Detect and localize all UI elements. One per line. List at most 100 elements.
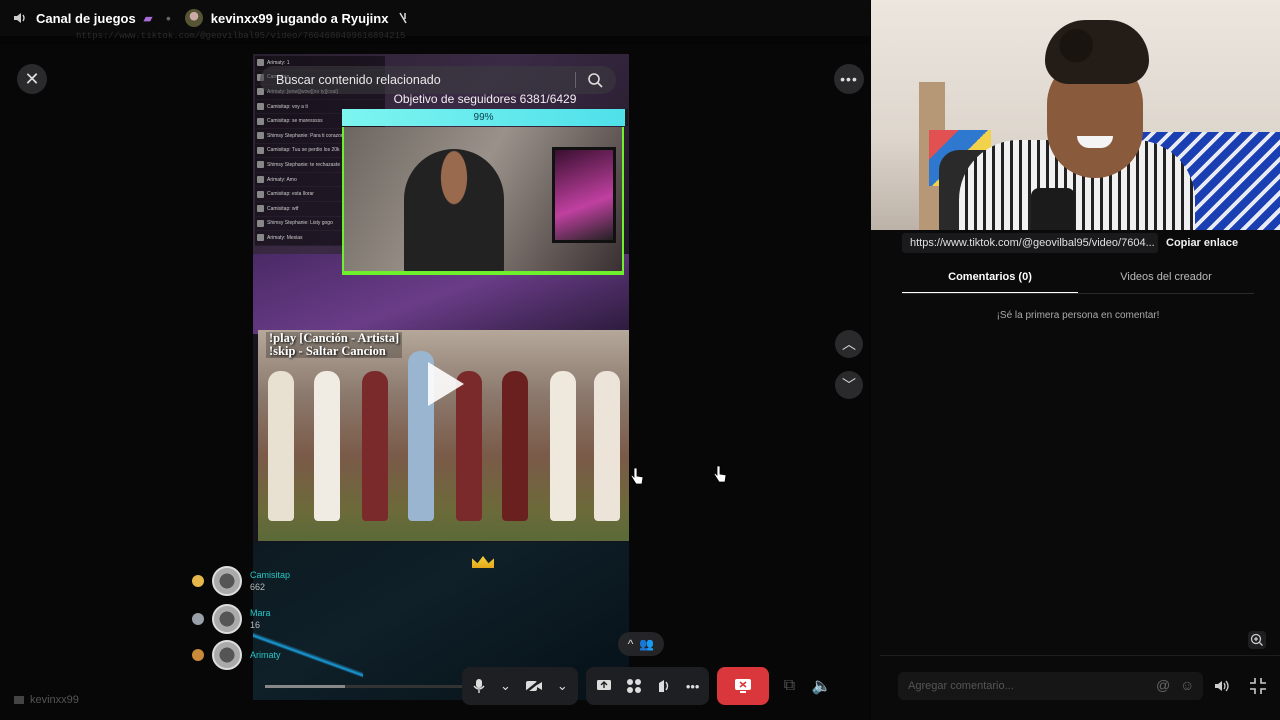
gifter-info: Mara 16 (250, 608, 271, 630)
empty-comments-message: ¡Sé la primera persona en comentar! (996, 310, 1160, 321)
screen-icon (14, 696, 24, 704)
previous-video-button[interactable]: ︿ (835, 330, 863, 358)
channel-name[interactable]: Canal de juegos (36, 11, 136, 26)
chat-badge-icon (257, 205, 264, 213)
dancer (268, 371, 294, 521)
music-video-overlay: !play [Canción - Artista] !skip - Saltar… (258, 330, 629, 541)
streamer-avatar (184, 9, 203, 27)
chevron-down-icon[interactable]: ⌄ (557, 678, 568, 694)
gifter-avatar (212, 604, 242, 634)
chat-badge-icon (257, 59, 264, 67)
bronze-medal-icon (192, 649, 204, 661)
microphone (1031, 188, 1075, 230)
chat-line-text: Arimaty: Amo (267, 176, 297, 183)
copy-link-button[interactable]: Copiar enlace (1166, 237, 1238, 249)
video-link[interactable]: https://www.tiktok.com/@geovilbal95/vide… (902, 233, 1158, 253)
hand-cursor-icon (713, 465, 727, 483)
separator-dot: • (166, 10, 171, 26)
chat-badge-icon (257, 117, 264, 125)
chat-line-text: Camisitap: esta llorar (267, 191, 314, 198)
more-options-button[interactable]: ••• (834, 64, 864, 94)
camera-off-icon[interactable] (525, 679, 543, 693)
gifter-count: 662 (250, 582, 266, 592)
dancer (362, 371, 388, 521)
chat-badge-icon (257, 190, 264, 198)
gifter-row: Mara 16 (192, 604, 271, 634)
chat-badge-icon (257, 146, 264, 154)
popout-button[interactable]: ⧉ (777, 674, 801, 698)
related-search-bar[interactable]: Buscar contenido relacionado (260, 66, 616, 94)
streamer-webcam-overlay (342, 127, 624, 275)
chevron-up-icon: ︿ (842, 336, 856, 352)
follower-goal-label: Objetivo de seguidores (393, 92, 517, 106)
chat-line-text: Camisitap: voy a ti (267, 103, 308, 110)
stream-status-icon (399, 12, 408, 24)
soundboard-icon[interactable] (656, 678, 672, 694)
browser-url-ghost: https://www.tiktok.com/@geovilbal95/vide… (76, 31, 406, 41)
emoji-icon[interactable]: ☺ (1180, 677, 1196, 693)
tabs-divider (902, 293, 1254, 294)
video-link-row: https://www.tiktok.com/@geovilbal95/vide… (902, 233, 1252, 253)
chat-line-text: Camisitap: wtf (267, 205, 299, 212)
chat-badge-icon (257, 132, 264, 140)
gifter-info: Camisitap 662 (250, 570, 290, 592)
dancer (594, 371, 620, 521)
chat-line-text: Shimsy Stephanie: Listy gogo (267, 220, 333, 227)
zoom-button[interactable] (1248, 631, 1266, 649)
gamepad-emoji-icon: ▰ (143, 12, 153, 25)
volume-icon: 🔈 (811, 678, 832, 695)
person-hair (1045, 20, 1149, 84)
screen: Canal de juegos ▰ • kevinxx99 jugando a … (0, 0, 1280, 720)
video-progress-bar[interactable] (265, 685, 465, 688)
play-icon[interactable] (428, 362, 464, 406)
tab-creator-videos[interactable]: Videos del creador (1078, 268, 1254, 294)
dancer (550, 371, 576, 521)
people-icon: 👥 (639, 637, 655, 651)
stream-label: kevinxx99 jugando a Ryujinx (210, 10, 389, 26)
popout-icon: ⧉ (783, 677, 796, 694)
music-commands: !play [Canción - Artista] !skip - Saltar… (266, 332, 403, 358)
comment-divider (880, 655, 1280, 656)
chevron-down-icon[interactable]: ⌄ (500, 678, 511, 694)
gifter-info: Arimaty (250, 650, 281, 660)
follower-goal-fill: 99% (342, 109, 626, 126)
more-icon[interactable]: ••• (686, 679, 700, 694)
chevron-up-icon: ^ (627, 637, 634, 651)
streamer-figure (404, 149, 504, 271)
gifter-row: Arimaty (192, 640, 281, 670)
chat-badge-icon (257, 176, 264, 184)
end-stream-button[interactable] (717, 667, 770, 705)
close-button[interactable]: ✕ (17, 64, 47, 94)
hand-cursor-icon (630, 467, 644, 485)
mention-icon[interactable]: @ (1156, 677, 1172, 693)
chat-line-text: Arimaty: Mesias (267, 234, 303, 241)
silver-medal-icon (192, 613, 204, 625)
tab-comments[interactable]: Comentarios (0) (902, 268, 1078, 294)
more-icon: ••• (840, 71, 858, 87)
dancer (314, 371, 340, 521)
sidebar-tabs: Comentarios (0) Videos del creador (902, 268, 1254, 294)
search-icon[interactable] (587, 72, 603, 88)
volume-icon[interactable] (1213, 677, 1231, 695)
chat-line-text: Camisitap: se maresssss (267, 118, 323, 125)
chat-line-text: Camisitap: Tuu se perdio los 20k (267, 147, 340, 154)
gold-medal-icon (192, 575, 204, 587)
activities-icon[interactable] (626, 678, 642, 694)
close-icon: ✕ (24, 68, 40, 89)
exit-fullscreen-icon[interactable] (1249, 677, 1267, 695)
volume-button[interactable]: 🔈 (809, 674, 833, 698)
next-video-button[interactable]: ﹀ (835, 371, 863, 399)
gifter-name: Camisitap (250, 570, 291, 580)
bottom-user-name: kevinxx99 (30, 694, 79, 706)
microphone-icon[interactable] (472, 678, 486, 694)
participants-toggle[interactable]: ^ 👥 (618, 632, 664, 656)
dancer (502, 371, 528, 521)
chat-line-text: Shimsy Stephanie: te rechazaste (267, 161, 341, 168)
chat-line-text: Shimsy Stephanie: Para ti corazon (267, 132, 344, 139)
chat-badge-icon (257, 103, 264, 111)
gifter-avatar (212, 640, 242, 670)
screen-share-icon[interactable] (596, 679, 612, 693)
follower-goal-bar: 99% (342, 109, 628, 126)
follower-goal-value: 6381/6429 (519, 92, 577, 106)
chat-badge-icon (257, 234, 264, 242)
